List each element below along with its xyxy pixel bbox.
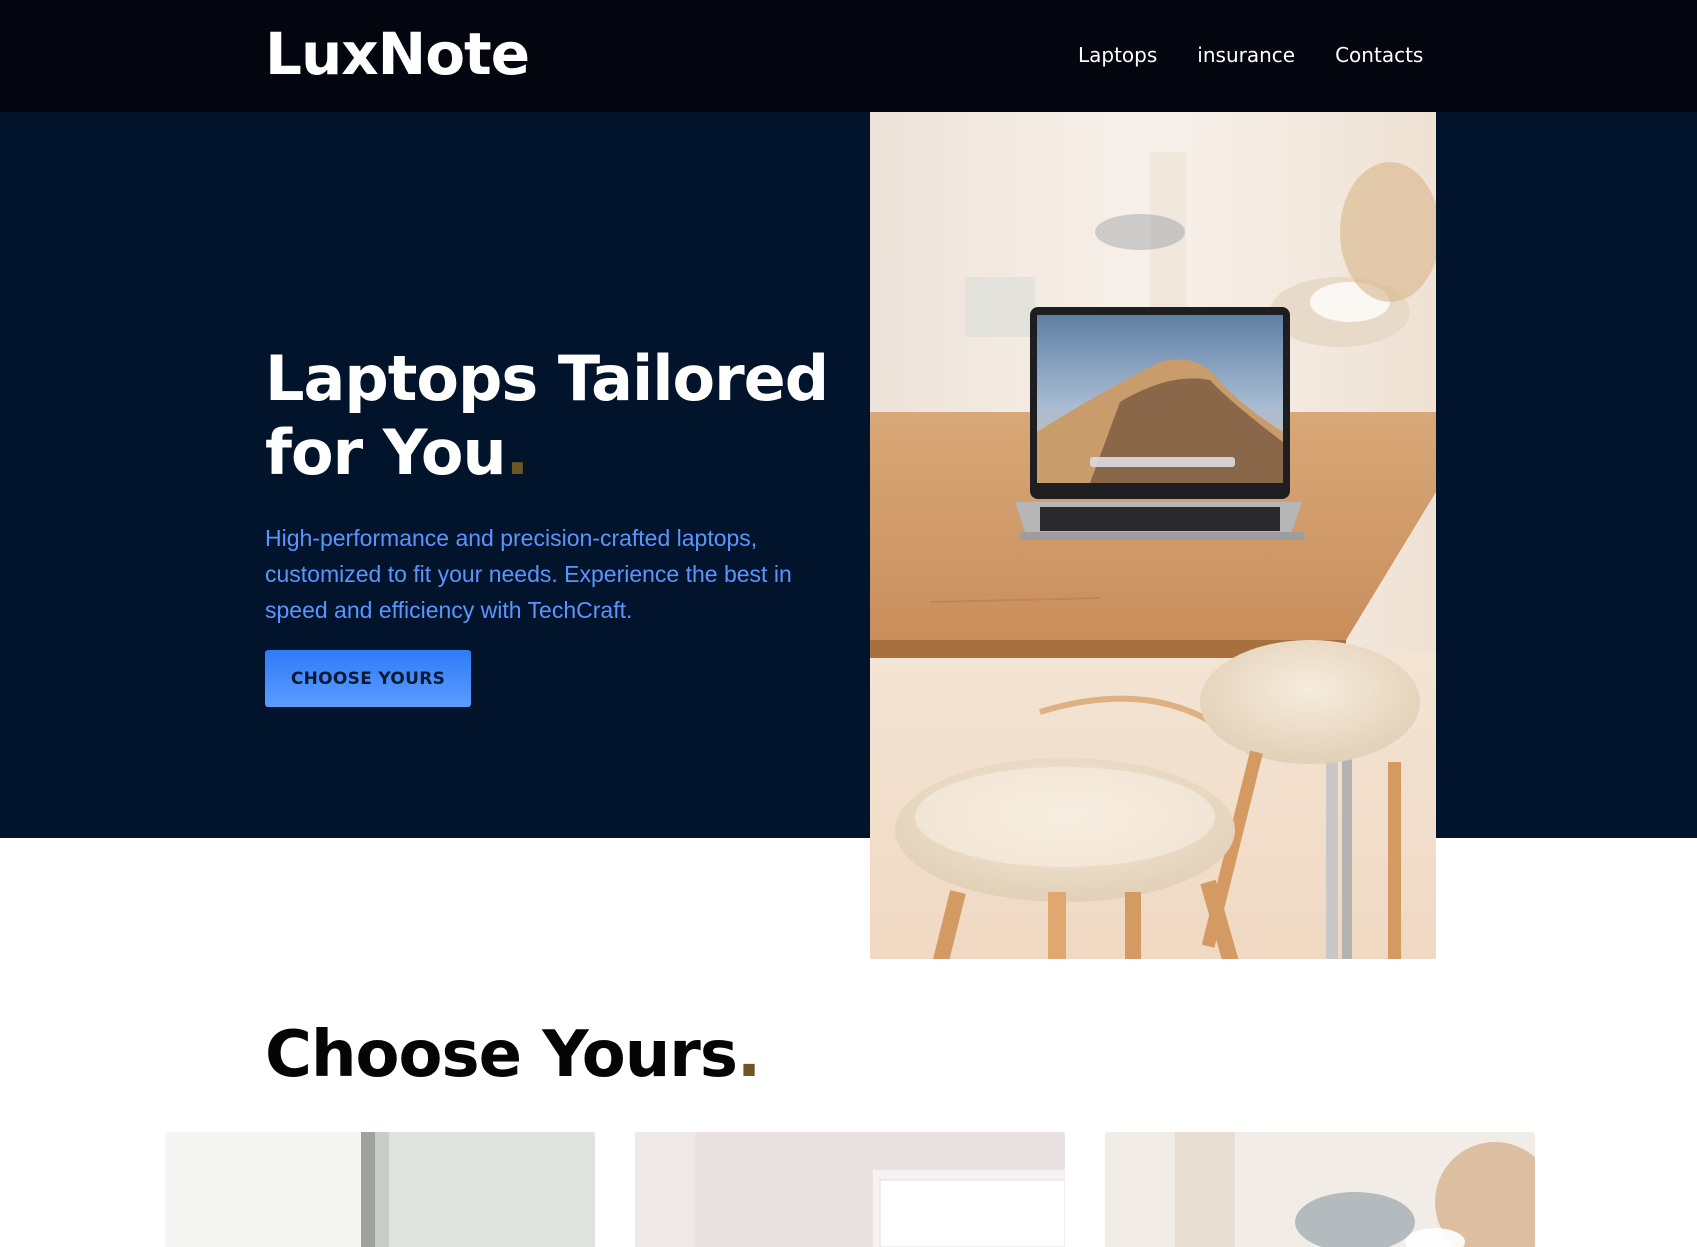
hero-title-line1: Laptops Tailored bbox=[265, 342, 829, 415]
product-card-3[interactable] bbox=[1105, 1132, 1535, 1247]
main-nav: Laptops insurance Contacts bbox=[1078, 40, 1423, 70]
choose-yours-title: Choose Yours. bbox=[265, 1015, 761, 1095]
nav-link-laptops[interactable]: Laptops bbox=[1078, 40, 1157, 70]
choose-yours-title-text: Choose Yours bbox=[265, 1018, 738, 1092]
choose-yours-title-dot: . bbox=[736, 1018, 761, 1092]
hero-section: Laptops Tailored for You. High-performan… bbox=[0, 112, 1697, 838]
nav-link-contacts[interactable]: Contacts bbox=[1335, 40, 1423, 70]
hero-laptop-image bbox=[870, 112, 1436, 959]
nav-link-insurance[interactable]: insurance bbox=[1197, 40, 1295, 70]
page: LuxNote Laptops insurance Contacts Lapto… bbox=[0, 0, 1697, 1247]
product-cards bbox=[0, 1132, 1697, 1247]
hero-title: Laptops Tailored for You. bbox=[265, 342, 865, 490]
product-card-1[interactable] bbox=[165, 1132, 595, 1247]
choose-yours-button[interactable]: CHOOSE YOURS bbox=[265, 650, 471, 707]
logo[interactable]: LuxNote bbox=[265, 18, 530, 90]
hero-title-line2: for You bbox=[265, 416, 507, 489]
hero-description: High-performance and precision-crafted l… bbox=[265, 525, 792, 623]
hero-title-dot: . bbox=[505, 416, 530, 489]
product-card-2[interactable] bbox=[635, 1132, 1065, 1247]
site-header: LuxNote Laptops insurance Contacts bbox=[0, 0, 1697, 112]
